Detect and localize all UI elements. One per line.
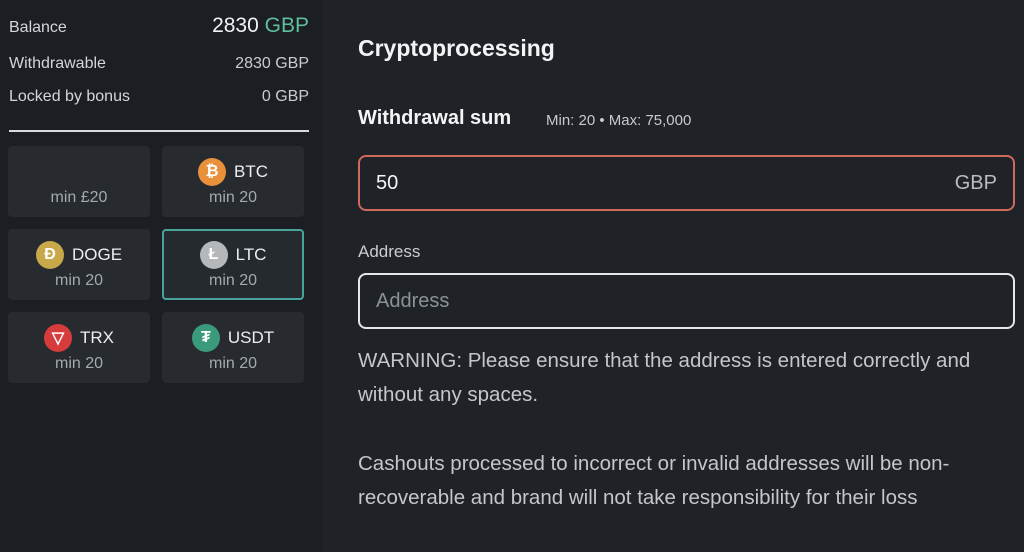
balance-divider	[9, 130, 309, 132]
method-min: min 20	[54, 354, 104, 372]
method-name: USDT	[227, 327, 275, 347]
method-min: min 20	[208, 354, 258, 372]
withdrawal-sum-range: Min: 20 • Max: 75,000	[546, 112, 692, 129]
bitcoin-icon: ₿	[198, 157, 226, 186]
cashout-disclaimer: Cashouts processed to incorrect or inval…	[358, 452, 950, 509]
balance-currency: GBP	[264, 14, 309, 37]
method-min: min 20	[208, 271, 258, 289]
balance-amount: 2830	[212, 14, 259, 37]
method-tile-btc[interactable]: ₿ BTC min 20	[162, 146, 304, 217]
withdrawal-sum-label: Withdrawal sum	[358, 107, 512, 129]
method-tile-usdt[interactable]: ₮ USDT min 20	[162, 312, 304, 383]
withdrawal-form: Cryptoprocessing Withdrawal sum Min: 20 …	[323, 0, 1024, 552]
address-label: Address	[358, 242, 421, 261]
amount-currency: GBP	[954, 172, 997, 194]
withdrawable-row: Withdrawable 2830 GBP	[9, 55, 309, 73]
locked-bonus-value: 0 GBP	[261, 88, 309, 105]
balance-label: Balance	[9, 19, 67, 36]
withdrawable-label: Withdrawable	[9, 55, 106, 72]
method-name: TRX	[80, 327, 114, 347]
payment-methods-panel: Balance 2830 GBP Withdrawable 2830 GBP L…	[0, 0, 323, 552]
method-min: min £20	[50, 188, 108, 206]
litecoin-icon: Ł	[199, 240, 228, 269]
method-tile-card[interactable]: min £20	[8, 146, 150, 217]
locked-bonus-label: Locked by bonus	[9, 88, 130, 105]
withdrawable-value: 2830 GBP	[235, 55, 309, 72]
tron-icon: ▽	[44, 323, 72, 352]
method-name: DOGE	[71, 244, 123, 264]
method-min: min 20	[208, 188, 258, 206]
dogecoin-icon: Ð	[35, 240, 64, 269]
address-warning: WARNING: Please ensure that the address …	[358, 349, 971, 406]
balance-value: 2830 GBP	[212, 14, 309, 38]
method-name: LTC	[235, 244, 267, 264]
balance-row: Balance 2830 GBP	[9, 14, 309, 38]
method-tile-trx[interactable]: ▽ TRX min 20	[8, 312, 150, 383]
form-title: Cryptoprocessing	[358, 35, 555, 61]
amount-input[interactable]: 50 GBP	[358, 155, 1015, 211]
method-min: min 20	[54, 271, 104, 289]
address-input[interactable]	[358, 273, 1015, 329]
method-tile-ltc[interactable]: Ł LTC min 20	[162, 229, 304, 300]
amount-value: 50	[376, 172, 399, 194]
method-tile-doge[interactable]: Ð DOGE min 20	[8, 229, 150, 300]
locked-bonus-row: Locked by bonus 0 GBP	[9, 88, 309, 106]
method-name: BTC	[234, 161, 268, 181]
tether-icon: ₮	[191, 323, 220, 352]
